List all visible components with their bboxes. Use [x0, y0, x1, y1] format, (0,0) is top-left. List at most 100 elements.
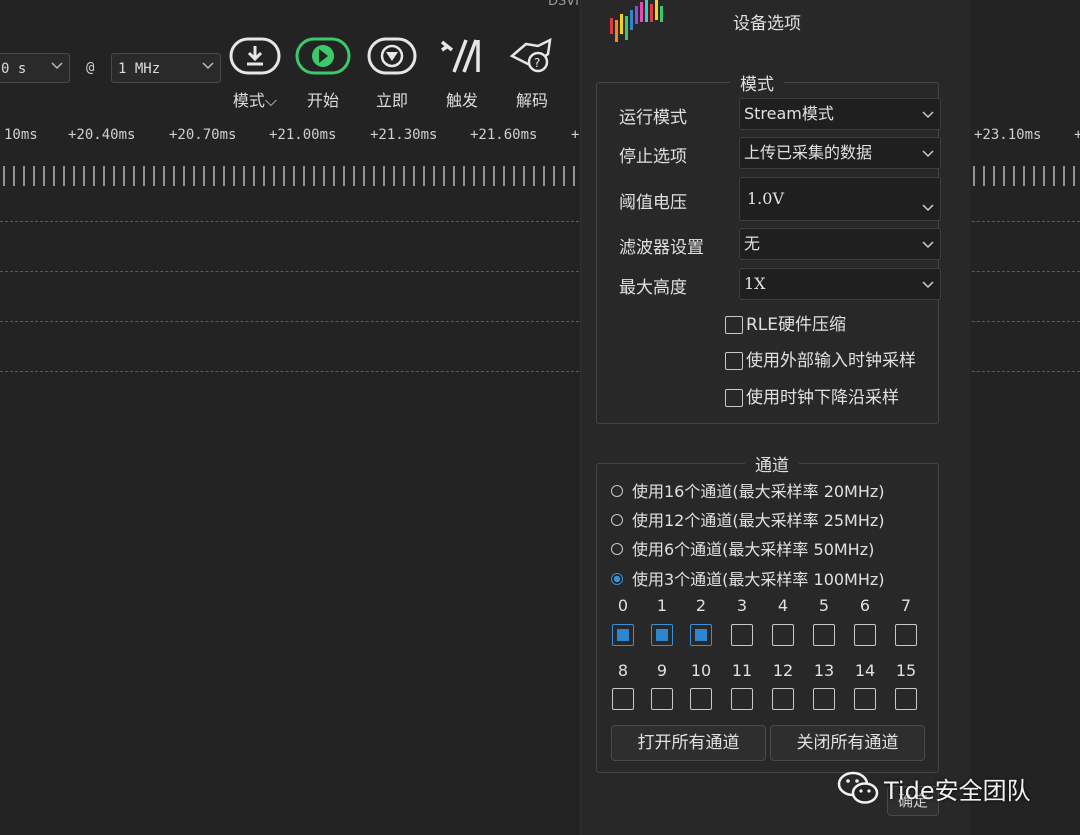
channel-group: 通道 使用16个通道(最大采样率 20MHz) 使用12个通道(最大采样率 25…	[596, 451, 939, 773]
ruler-label: +	[1074, 127, 1080, 143]
duration-select[interactable]: 0 s	[0, 53, 70, 83]
watermark: Tide安全团队	[836, 770, 1031, 806]
channel-checkbox[interactable]	[895, 624, 917, 646]
start-button[interactable]: 开始	[294, 36, 352, 110]
channel-number: 6	[859, 596, 871, 615]
max-height-label: 最大高度	[619, 278, 687, 298]
threshold-voltage-input[interactable]: 1.0V	[739, 177, 941, 221]
filter-setting-select[interactable]: 无	[739, 228, 941, 260]
channel-number: 15	[895, 661, 917, 680]
channel-number: 9	[656, 661, 668, 680]
run-mode-label: 运行模式	[619, 108, 687, 128]
decode-icon: ?	[509, 37, 552, 73]
max-height-select[interactable]: 1X	[739, 268, 941, 300]
run-mode-select[interactable]: Stream模式	[739, 98, 941, 130]
mode-button[interactable]: 模式⌵	[228, 36, 282, 110]
channel-number: 5	[818, 596, 830, 615]
channel-checkbox[interactable]	[854, 688, 876, 710]
channel-checkbox[interactable]	[731, 688, 753, 710]
rle-compression-checkbox[interactable]: RLE硬件压缩	[725, 310, 847, 335]
ruler-label: +21.00ms	[269, 127, 337, 143]
channel-checkbox[interactable]	[813, 688, 835, 710]
trigger-label: 触发	[445, 91, 478, 110]
channel-number: 12	[772, 661, 794, 680]
checkbox-box[interactable]	[725, 389, 743, 407]
stop-option-select[interactable]: 上传已采集的数据	[739, 137, 941, 169]
channel-checkbox[interactable]	[690, 624, 712, 646]
at-symbol: @	[86, 60, 95, 76]
channel-mode-label: 使用3个通道(最大采样率 100MHz)	[632, 570, 885, 589]
close-all-channels-button[interactable]: 关闭所有通道	[770, 725, 925, 761]
radio-button[interactable]	[611, 542, 623, 555]
instant-button[interactable]: 立即	[366, 36, 418, 110]
external-clock-checkbox[interactable]: 使用外部输入时钟采样	[725, 346, 916, 371]
chevron-down-icon	[51, 62, 63, 70]
channel-checkbox[interactable]	[690, 688, 712, 710]
filter-setting-value: 无	[744, 234, 761, 253]
mode-group: 模式 运行模式 Stream模式 停止选项 上传已采集的数据 阈值电压 1.0V…	[596, 70, 941, 424]
wechat-icon	[837, 771, 879, 804]
channel-mode-label: 使用12个通道(最大采样率 25MHz)	[632, 511, 885, 530]
dslogic-logo-icon	[610, 0, 663, 42]
rle-compression-label: RLE硬件压缩	[746, 315, 847, 335]
channel-number: 7	[900, 596, 912, 615]
threshold-voltage-value: 1.0V	[747, 189, 784, 208]
filter-setting-label: 滤波器设置	[619, 238, 704, 258]
channel-number: 11	[731, 661, 753, 680]
channel-mode-16[interactable]: 使用16个通道(最大采样率 20MHz)	[611, 478, 885, 502]
channel-checkbox[interactable]	[813, 624, 835, 646]
channel-checkbox[interactable]	[651, 624, 673, 646]
channel-checkbox[interactable]	[772, 688, 794, 710]
ruler-label: +	[571, 127, 580, 143]
ruler-label: +23.10ms	[974, 127, 1042, 143]
channel-checkbox[interactable]	[651, 688, 673, 710]
checkbox-box[interactable]	[725, 316, 743, 334]
channel-checkbox[interactable]	[895, 688, 917, 710]
chevron-down-icon	[922, 111, 934, 119]
channel-number: 1	[656, 596, 668, 615]
falling-edge-checkbox[interactable]: 使用时钟下降沿采样	[725, 383, 899, 408]
external-clock-label: 使用外部输入时钟采样	[746, 351, 916, 371]
watermark-text: Tide安全团队	[884, 776, 1031, 805]
radio-button[interactable]	[611, 484, 623, 497]
start-label: 开始	[306, 91, 339, 110]
radio-button[interactable]	[611, 513, 623, 526]
duration-value: 0 s	[1, 61, 27, 77]
channel-checkbox[interactable]	[612, 688, 634, 710]
channel-mode-12[interactable]: 使用12个通道(最大采样率 25MHz)	[611, 507, 885, 531]
stop-option-value: 上传已采集的数据	[744, 143, 873, 162]
channel-mode-6[interactable]: 使用6个通道(最大采样率 50MHz)	[611, 536, 874, 560]
toolbar: 0 s @ 1 MHz 模式⌵ 开始 立即 触发 ? 解码	[0, 0, 580, 120]
checkbox-box[interactable]	[725, 352, 743, 370]
trigger-button[interactable]: 触发	[438, 36, 486, 110]
channel-checkbox[interactable]	[731, 624, 753, 646]
channel-group-title: 通道	[745, 451, 799, 476]
channel-mode-label: 使用16个通道(最大采样率 20MHz)	[632, 482, 885, 501]
run-mode-value: Stream模式	[744, 104, 834, 123]
ruler-label: +21.30ms	[370, 127, 438, 143]
radio-button-selected[interactable]	[611, 572, 623, 585]
falling-edge-label: 使用时钟下降沿采样	[746, 388, 899, 408]
channel-checkbox[interactable]	[772, 624, 794, 646]
instant-label: 立即	[375, 91, 408, 110]
chevron-down-icon	[202, 62, 214, 70]
ruler-label: +20.70ms	[169, 127, 237, 143]
chevron-down-icon	[922, 241, 934, 249]
decode-label: 解码	[515, 91, 548, 110]
trigger-icon	[440, 39, 480, 73]
channel-checkbox[interactable]	[854, 624, 876, 646]
dialog-title: 设备选项	[733, 14, 801, 34]
sample-rate-select[interactable]: 1 MHz	[111, 53, 221, 83]
svg-text:?: ?	[534, 56, 540, 70]
channel-mode-3[interactable]: 使用3个通道(最大采样率 100MHz)	[611, 566, 885, 590]
channel-number: 0	[617, 596, 629, 615]
channel-number: 3	[736, 596, 748, 615]
max-height-value: 1X	[744, 274, 766, 293]
channel-checkbox[interactable]	[612, 624, 634, 646]
sample-rate-value: 1 MHz	[118, 61, 161, 77]
decode-button[interactable]: ? 解码	[508, 36, 556, 110]
ruler-label: 10ms	[4, 127, 38, 143]
threshold-voltage-label: 阈值电压	[619, 193, 687, 213]
ruler-label: +20.40ms	[68, 127, 136, 143]
open-all-channels-button[interactable]: 打开所有通道	[611, 725, 766, 761]
